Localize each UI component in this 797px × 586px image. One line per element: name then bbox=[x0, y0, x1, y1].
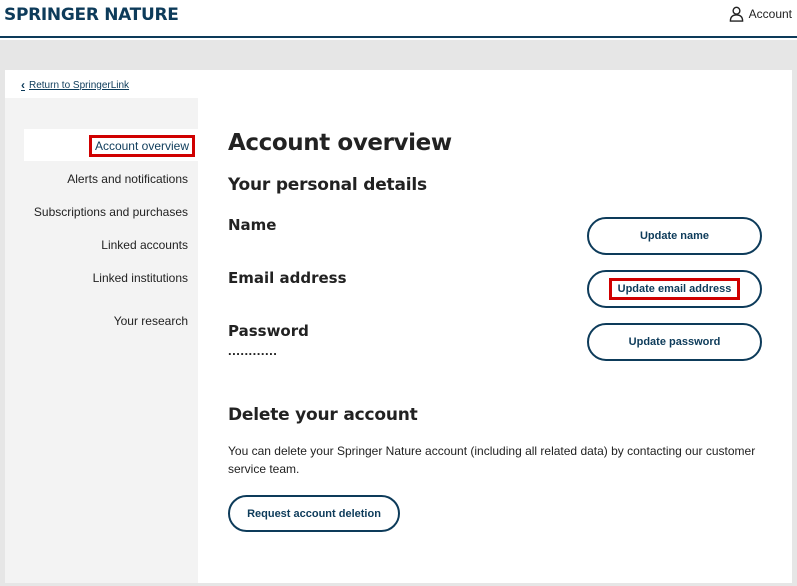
update-name-button[interactable]: Update name bbox=[587, 217, 762, 255]
account-panel: ‹ Return to SpringerLink Account overvie… bbox=[5, 70, 792, 583]
password-value: ............ bbox=[228, 343, 278, 358]
account-sidebar: Account overview Alerts and notification… bbox=[5, 98, 198, 583]
springer-nature-logo[interactable]: SPRINGER NATURE bbox=[4, 5, 179, 25]
return-link-label: Return to SpringerLink bbox=[29, 79, 130, 91]
update-name-label: Update name bbox=[639, 230, 710, 242]
sidebar-item-subscriptions[interactable]: Subscriptions and purchases bbox=[34, 205, 188, 219]
chevron-left-icon: ‹ bbox=[21, 78, 25, 92]
site-header: SPRINGER NATURE Account bbox=[0, 0, 797, 38]
request-deletion-label: Request account deletion bbox=[247, 507, 381, 520]
main-content: Account overview Your personal details N… bbox=[228, 70, 773, 583]
personal-details-heading: Your personal details bbox=[228, 175, 427, 195]
name-label: Name bbox=[228, 216, 277, 234]
sidebar-item-your-research[interactable]: Your research bbox=[114, 314, 188, 328]
update-password-label: Update password bbox=[628, 336, 721, 348]
request-account-deletion-button[interactable]: Request account deletion bbox=[228, 495, 400, 532]
update-email-label: Update email address bbox=[608, 278, 741, 300]
account-label: Account bbox=[748, 7, 792, 21]
return-to-springerlink-link[interactable]: ‹ Return to SpringerLink bbox=[21, 78, 129, 92]
update-password-button[interactable]: Update password bbox=[587, 323, 762, 361]
sidebar-item-linked-institutions[interactable]: Linked institutions bbox=[93, 271, 188, 285]
sidebar-item-linked-accounts[interactable]: Linked accounts bbox=[101, 238, 188, 252]
page-title: Account overview bbox=[228, 130, 452, 156]
sidebar-item-alerts[interactable]: Alerts and notifications bbox=[67, 172, 188, 186]
delete-account-heading: Delete your account bbox=[228, 405, 418, 425]
sidebar-item-label: Account overview bbox=[88, 135, 195, 157]
update-email-button[interactable]: Update email address bbox=[587, 270, 762, 308]
user-icon bbox=[729, 6, 743, 22]
email-label: Email address bbox=[228, 269, 347, 287]
delete-account-description: You can delete your Springer Nature acco… bbox=[228, 444, 756, 476]
sidebar-item-account-overview[interactable]: Account overview bbox=[24, 129, 198, 161]
account-menu-button[interactable]: Account bbox=[729, 6, 792, 22]
password-label: Password bbox=[228, 322, 309, 340]
